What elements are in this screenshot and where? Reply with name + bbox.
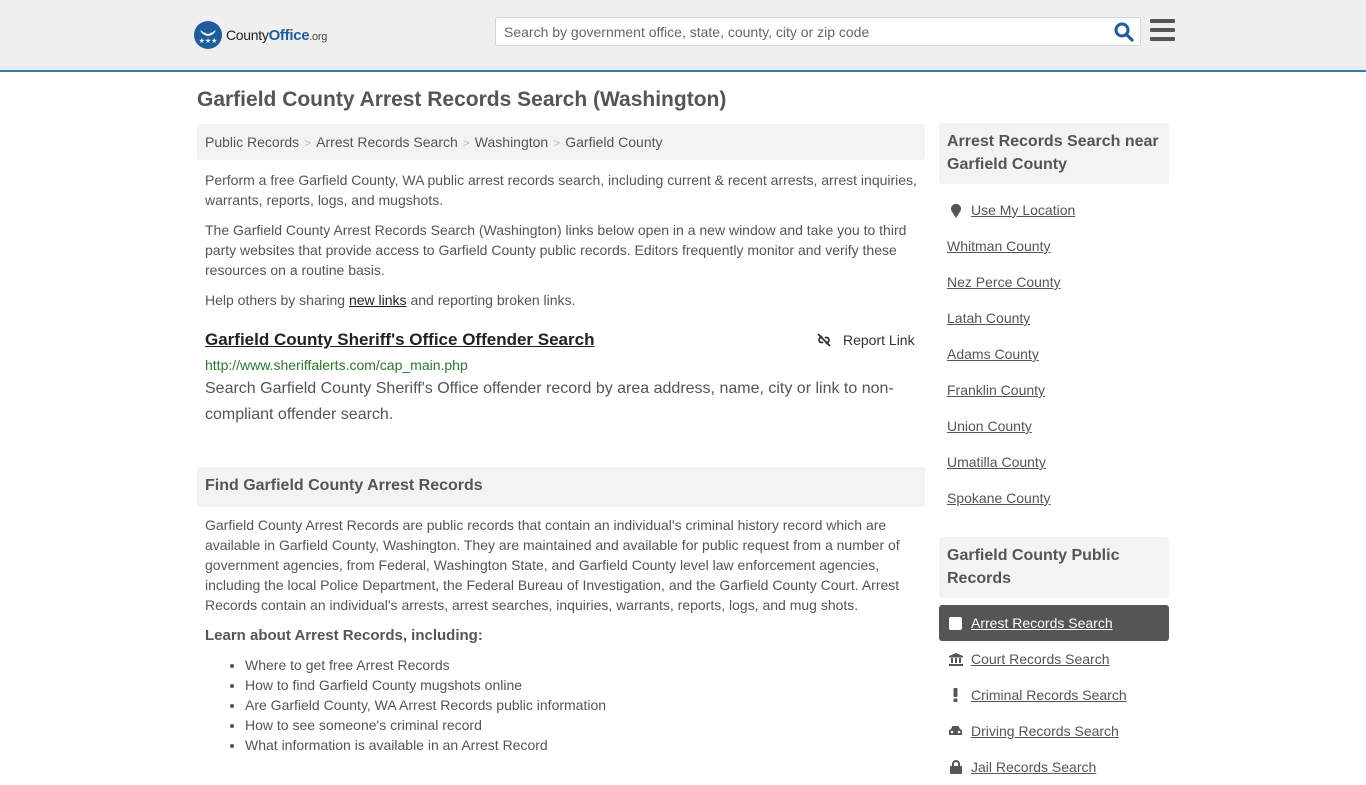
site-header: ★★★ CountyOffice.org (0, 0, 1366, 72)
lock-icon (948, 760, 963, 775)
intro-paragraph-3: Help others by sharing new links and rep… (205, 292, 576, 308)
breadcrumb-arrest-records[interactable]: Arrest Records Search (316, 134, 458, 150)
nearby-county-link[interactable]: Latah County (947, 310, 1030, 326)
courthouse-icon (948, 652, 963, 667)
nearby-county-link[interactable]: Nez Perce County (947, 274, 1061, 290)
use-location-item: Use My Location (939, 192, 1169, 228)
result-title-link[interactable]: Garfield County Sheriff's Office Offende… (205, 330, 594, 350)
intro-paragraph-2: The Garfield County Arrest Records Searc… (205, 222, 907, 278)
sidebar-item-driving-records[interactable]: Driving Records Search (939, 713, 1169, 749)
exclamation-icon (948, 688, 963, 703)
square-icon (948, 616, 963, 631)
car-icon (948, 724, 963, 739)
nearby-county-link[interactable]: Spokane County (947, 490, 1051, 506)
page-title: Garfield County Arrest Records Search (W… (197, 88, 727, 111)
sidebar-item-criminal-records[interactable]: Criminal Records Search (939, 677, 1169, 713)
sidebar-item-jail-records[interactable]: Jail Records Search (939, 749, 1169, 785)
eagle-logo-icon: ★★★ (194, 21, 222, 49)
learn-list: Where to get free Arrest Records How to … (245, 655, 606, 755)
breadcrumb-separator: > (553, 136, 561, 150)
breadcrumb-washington[interactable]: Washington (475, 134, 548, 150)
list-item: Where to get free Arrest Records (245, 655, 606, 675)
result-url: http://www.sheriffalerts.com/cap_main.ph… (205, 357, 468, 373)
svg-text:★★★: ★★★ (199, 37, 218, 45)
use-my-location-link[interactable]: Use My Location (971, 202, 1075, 218)
new-links-link[interactable]: new links (349, 292, 407, 308)
map-marker-icon (948, 203, 963, 218)
nearby-county-link[interactable]: Umatilla County (947, 454, 1046, 470)
list-item: How to see someone's criminal record (245, 715, 606, 735)
breadcrumb-public-records[interactable]: Public Records (205, 134, 299, 150)
logo-link[interactable]: ★★★ CountyOffice.org (194, 21, 327, 49)
hamburger-menu-icon[interactable] (1150, 19, 1175, 41)
intro-paragraph-1: Perform a free Garfield County, WA publi… (205, 172, 917, 208)
logo-text: CountyOffice.org (226, 26, 328, 44)
sidebar-item-arrest-records[interactable]: Arrest Records Search (939, 605, 1169, 641)
breadcrumb-separator: > (304, 136, 312, 150)
broken-link-icon (817, 333, 831, 347)
nearby-heading: Arrest Records Search near Garfield Coun… (939, 123, 1169, 184)
learn-heading: Learn about Arrest Records, including: (205, 627, 483, 644)
list-item: Are Garfield County, WA Arrest Records p… (245, 695, 606, 715)
breadcrumb: Public Records > Arrest Records Search > Was… (197, 124, 925, 160)
public-records-heading: Garfield County Public Records (939, 537, 1169, 598)
nearby-county-link[interactable]: Franklin County (947, 382, 1045, 398)
nearby-county-link[interactable]: Whitman County (947, 238, 1050, 254)
list-item: What information is available in an Arre… (245, 735, 606, 755)
nearby-county-link[interactable]: Union County (947, 418, 1032, 434)
find-section-body: Garfield County Arrest Records are publi… (205, 517, 900, 613)
report-link-button[interactable]: Report Link (816, 332, 915, 348)
search-icon[interactable] (1114, 22, 1134, 42)
breadcrumb-garfield-county[interactable]: Garfield County (565, 134, 662, 150)
search-box (495, 17, 1141, 46)
nearby-county-link[interactable]: Adams County (947, 346, 1039, 362)
find-section-heading: Find Garfield County Arrest Records (197, 467, 925, 507)
search-input[interactable] (496, 18, 1106, 45)
list-item: How to find Garfield County mugshots onl… (245, 675, 606, 695)
result-description: Search Garfield County Sheriff's Office … (205, 380, 894, 423)
breadcrumb-separator: > (462, 136, 470, 150)
sidebar-item-court-records[interactable]: Court Records Search (939, 641, 1169, 677)
